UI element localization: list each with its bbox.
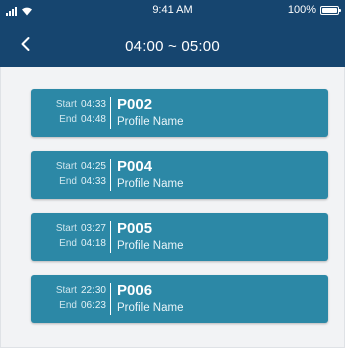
start-label: Start [55,285,77,296]
time-range: Start 03:27 End 04:18 [31,221,106,251]
end-label: End [59,238,77,249]
battery-percentage: 100% [287,4,316,16]
profile-card[interactable]: Start 03:27 End 04:18 P005 Profile Name [31,213,328,261]
profile-id: P005 [117,220,153,237]
profile-id: P004 [117,158,153,175]
profile-name: Profile Name [117,116,184,128]
start-label: Start [55,161,77,172]
end-label: End [59,176,77,187]
profile-card[interactable]: Start 04:25 End 04:33 P004 Profile Name [31,151,328,199]
start-time: 03:27 [80,223,106,234]
profile-name: Profile Name [117,240,184,252]
start-label: Start [55,223,77,234]
status-bar: 9:41 AM 100% [0,0,345,22]
profile-list: Start 04:33 End 04:48 P002 Profile Name St… [0,67,345,348]
page-title: 04:00 ~ 05:00 [125,38,220,55]
profile-card[interactable]: Start 22:30 End 06:23 P006 Profile Name [31,275,328,323]
battery-level [322,8,337,13]
app-header: 9:41 AM 100% 04:00 ~ 05:00 [0,0,345,67]
start-time: 04:25 [80,161,106,172]
profile-id: P002 [117,96,153,113]
card-divider [110,97,111,129]
end-label: End [59,300,77,311]
end-label: End [59,114,77,125]
card-divider [110,221,111,253]
end-time: 04:18 [80,238,106,249]
card-divider [110,283,111,315]
start-label: Start [55,99,77,110]
profile-id: P006 [117,282,153,299]
end-time: 04:48 [80,114,106,125]
profile-card[interactable]: Start 04:33 End 04:48 P002 Profile Name [31,89,328,137]
battery-icon [320,6,341,15]
time-range: Start 22:30 End 06:23 [31,283,106,313]
profile-name: Profile Name [117,178,184,190]
time-range: Start 04:25 End 04:33 [31,159,106,189]
end-time: 06:23 [80,300,106,311]
end-time: 04:33 [80,176,106,187]
profile-name: Profile Name [117,302,184,314]
card-divider [110,159,111,191]
time-range: Start 04:33 End 04:48 [31,97,106,127]
start-time: 22:30 [80,285,106,296]
start-time: 04:33 [80,99,106,110]
